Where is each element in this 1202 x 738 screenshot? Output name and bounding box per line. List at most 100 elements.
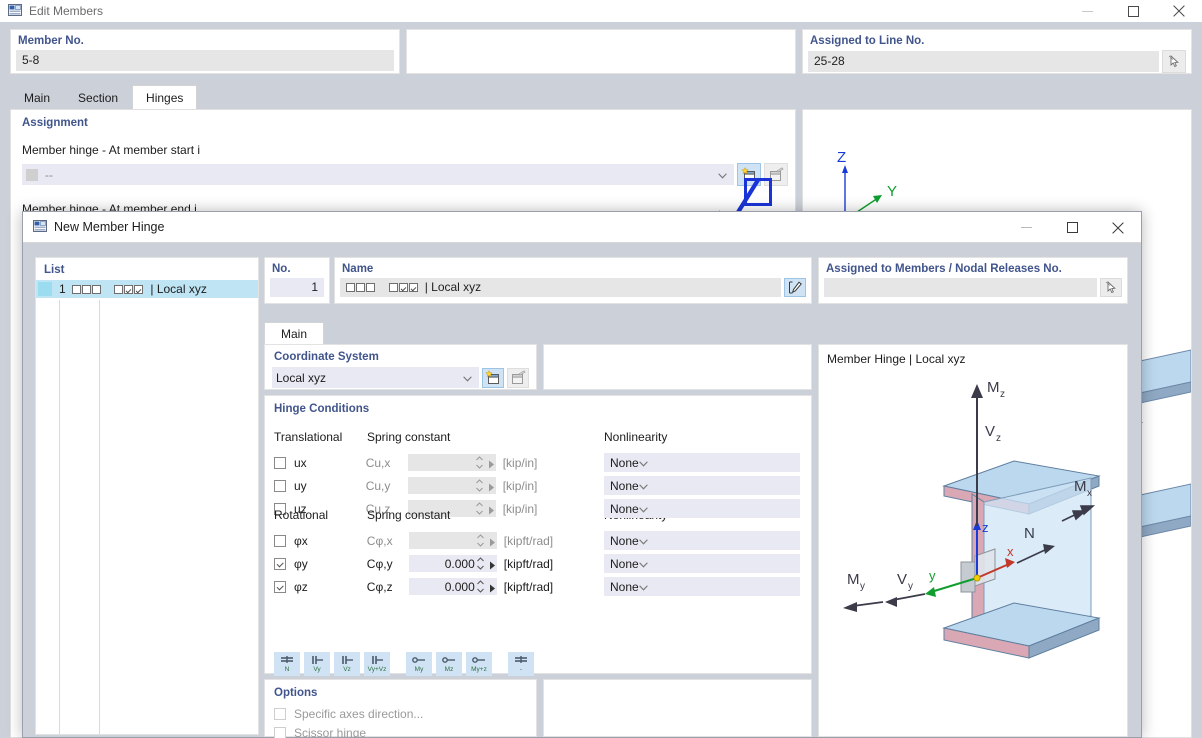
expand-arrow-icon[interactable] [488,481,495,495]
assigned-members-input[interactable] [824,278,1097,297]
preset-none-label: - [519,666,523,673]
expand-arrow-icon[interactable] [488,458,495,472]
spinner-icon[interactable] [476,556,485,571]
close-icon[interactable] [1156,0,1202,22]
coordinate-system-combo[interactable]: Local xyz [272,367,479,388]
list-item[interactable]: 1 | Local xyz [36,280,258,298]
checkbox-phix[interactable] [274,534,286,547]
pick-cursor-icon[interactable] [1100,278,1122,297]
tab-main[interactable]: Main [10,85,64,110]
spinner-icon[interactable] [476,533,485,548]
expand-arrow-icon[interactable] [489,582,496,596]
preset-none-button[interactable]: - [508,652,534,676]
spring-input-cphix[interactable] [408,532,497,550]
preview-caption: Member Hinge | Local xyz [827,352,966,366]
nonlinearity-combo-phix[interactable]: None [604,531,800,550]
tab-main[interactable]: Main [264,322,325,345]
preset-vy-vz-button[interactable]: Vy+Vz [364,652,390,676]
tab-section[interactable]: Section [64,85,132,110]
tree-guide-line-2 [99,300,100,736]
preset-vz-button[interactable]: Vz [334,652,360,676]
spring-input-cux[interactable] [407,454,496,472]
checkbox-scissor-hinge[interactable] [274,727,286,738]
close-icon[interactable] [1095,212,1141,243]
svg-text:N: N [1024,525,1035,542]
preset-n-label: N [284,666,290,673]
empty-field-card [406,29,796,74]
spring-symbol-cphix: Cφ,x [366,533,393,548]
nonlinearity-combo-phiz[interactable]: None [604,577,800,596]
app-icon [8,3,22,20]
hinge-conditions-card: Hinge Conditions Translational Spring co… [264,395,812,676]
assigned-line-label: Assigned to Line No. [810,35,925,47]
preset-n-button[interactable]: N [274,652,300,676]
minimize-icon[interactable] [1064,0,1110,22]
edit-item-icon[interactable] [507,367,529,388]
hinge-conditions-title: Hinge Conditions [274,403,370,415]
options-card: Options Specific axes direction... Sciss… [264,679,537,738]
nonlinearity-combo-uy[interactable]: None [604,476,800,495]
chevron-down-icon [638,502,648,516]
maximize-icon[interactable] [1110,0,1156,22]
no-input[interactable]: 1 [270,278,324,297]
member-no-input[interactable]: 5-8 [16,50,394,71]
option-specific-axes-row[interactable]: Specific axes direction... [265,699,536,721]
spring-unit-cux: [kip/in] [502,455,538,470]
spring-input-cuy[interactable] [407,477,496,495]
spinner-icon[interactable] [475,478,484,493]
preset-my-label: My [414,666,424,673]
preset-my-mz-label: My+z [471,666,487,673]
tab-hinges[interactable]: Hinges [132,85,198,110]
checkbox-specific-axes[interactable] [274,708,286,720]
svg-text:y: y [860,581,865,592]
spring-input-cphiy[interactable]: 0.000 [408,555,497,573]
expand-arrow-icon[interactable] [489,536,496,550]
chevron-down-icon [638,557,648,571]
assigned-line-input[interactable]: 25-28 [808,51,1159,72]
coordinate-system-title: Coordinate System [274,351,379,363]
preset-my-mz-button[interactable]: My+z [466,652,492,676]
spring-symbol-cphiy: Cφ,y [366,556,393,571]
nonlinearity-combo-ux[interactable]: None [604,453,800,472]
maximize-icon[interactable] [1049,212,1095,243]
checkbox-phiz[interactable] [274,580,286,593]
options-title: Options [274,687,318,699]
spinner-icon[interactable] [476,579,485,594]
nonlinearity-combo-uz[interactable]: None [604,499,800,518]
no-card: No. 1 [264,257,330,304]
minimize-icon[interactable] [1003,212,1049,243]
spring-input-cphiz[interactable]: 0.000 [408,578,497,596]
svg-text:x: x [1087,488,1092,499]
checkbox-phiy[interactable] [274,557,286,570]
nonlinearity-translational-group: None None None [604,451,800,520]
spring-symbol-cphiz: Cφ,z [366,579,393,594]
spring-unit-cphix: [kipft/rad] [503,533,554,548]
expand-arrow-icon[interactable] [489,559,496,573]
pick-cursor-icon[interactable] [1162,50,1186,73]
option-scissor-hinge-label: Scissor hinge [294,726,367,738]
hinge-preview-card[interactable]: Member Hinge | Local xyz z x y M z V z N… [818,344,1128,737]
checkbox-ux[interactable] [274,456,286,469]
dialog-window-controls [1003,212,1141,243]
preset-vy-button[interactable]: Vy [304,652,330,676]
new-item-icon[interactable] [482,367,504,388]
dof-label-phiy: φy [294,556,308,571]
nonlinearity-combo-phiy[interactable]: None [604,554,800,573]
name-card: Name | Local xyz [334,257,812,304]
nonlinearity-value-phiy: None [610,556,639,571]
preset-mz-button[interactable]: Mz [436,652,462,676]
svg-text:M: M [847,571,860,588]
spinner-icon[interactable] [475,455,484,470]
expand-arrow-icon[interactable] [488,504,495,518]
edit-name-icon[interactable] [784,278,806,297]
option-scissor-hinge-row[interactable]: Scissor hinge [265,721,536,738]
svg-text:V: V [985,423,995,440]
spinner-icon[interactable] [475,501,484,516]
member-hinge-start-combo[interactable]: -- [22,164,734,185]
name-input[interactable]: | Local xyz [340,278,781,297]
nonlinearity-value-ux: None [610,455,639,470]
spring-value-cphiz: 0.000 [444,579,475,594]
preset-my-button[interactable]: My [406,652,432,676]
checkbox-uy[interactable] [274,479,286,492]
chevron-down-icon [638,479,648,493]
